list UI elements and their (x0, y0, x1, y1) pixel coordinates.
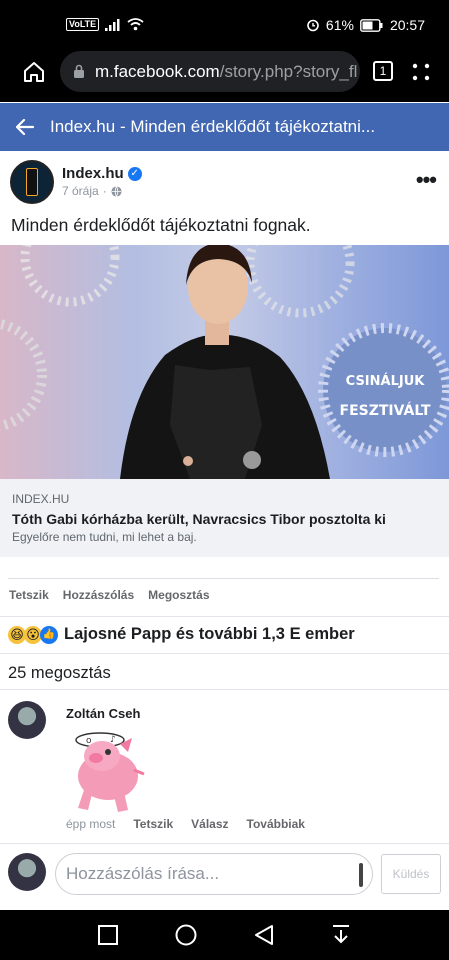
meta-separator: · (102, 184, 107, 198)
facebook-header: Index.hu - Minden érdeklődőt tájékoztatn… (0, 103, 449, 151)
comment-input[interactable]: Hozzászólás írása... (55, 853, 373, 895)
lock-icon (74, 64, 84, 78)
status-right: 61% 20:57 (306, 17, 425, 33)
user-avatar (8, 853, 46, 891)
link-description: Egyelőre nem tudni, mi lehet a baj. (12, 530, 197, 544)
home-icon[interactable] (22, 61, 46, 83)
comment-like-button[interactable]: Tetszik (133, 817, 173, 831)
commenter-avatar[interactable] (8, 701, 46, 739)
clock: 20:57 (389, 17, 425, 33)
post-image[interactable]: CSINÁLJUK FESZTIVÁLT (0, 245, 449, 479)
arrow-left-icon (16, 119, 34, 135)
tab-count: 1 (379, 64, 387, 78)
tab-switcher-button[interactable]: 1 (373, 61, 393, 81)
divider (0, 843, 449, 844)
page-name-row: Index.hu ✓ (62, 165, 142, 182)
back-triangle-icon[interactable] (254, 924, 274, 946)
url-field[interactable]: m.facebook.com/story.php?story_fl (60, 51, 360, 92)
post-meta: 7 órája · (62, 184, 122, 198)
url-path: /story.php?story_fl (219, 61, 358, 81)
like-button[interactable]: Tetszik (9, 588, 49, 602)
menu-dots-icon[interactable] (412, 63, 430, 81)
page-title: Index.hu - Minden érdeklődőt tájékoztatn… (50, 117, 376, 136)
comment-time: épp most (66, 817, 116, 831)
like-reaction-icon: 👍 (40, 625, 58, 644)
battery-icon (360, 18, 383, 32)
verified-badge-icon: ✓ (127, 166, 142, 181)
divider (0, 689, 449, 690)
page-avatar[interactable] (10, 160, 54, 204)
status-bar: VoLTE 61% 20:57 (0, 0, 449, 50)
comment-reply-button[interactable]: Válasz (191, 817, 228, 831)
link-preview[interactable]: INDEX.HU Tóth Gabi kórházba került, Navr… (0, 479, 449, 557)
reactions-summary[interactable]: 😆 😮 👍 Lajosné Papp és további 1,3 E embe… (8, 625, 355, 644)
comment-actions: épp most Tetszik Válasz Továbbiak (66, 817, 305, 831)
reactions-text: Lajosné Papp és további 1,3 E ember (64, 625, 355, 643)
url-domain: m.facebook.com (95, 61, 220, 81)
comment-composer: Hozzászólás írása... Küldés (0, 851, 449, 909)
browser-toolbar: m.facebook.com/story.php?story_fl 1 (0, 50, 449, 102)
recents-icon[interactable] (98, 925, 119, 945)
divider (0, 616, 449, 617)
wifi-icon (127, 18, 144, 31)
post-time[interactable]: 7 órája (62, 184, 99, 198)
status-left: VoLTE (66, 18, 144, 31)
send-button[interactable]: Küldés (381, 854, 441, 894)
divider (0, 653, 449, 654)
svg-text:FESZTIVÁLT: FESZTIVÁLT (340, 402, 431, 419)
alarm-icon (307, 19, 319, 32)
volte-badge: VoLTE (66, 18, 100, 31)
comment-more-button[interactable]: Továbbiak (247, 817, 305, 831)
globe-icon (111, 185, 122, 197)
svg-text:CSINÁLJUK: CSINÁLJUK (346, 373, 426, 389)
index-logo-icon (26, 168, 38, 196)
link-title: Tóth Gabi kórházba került, Navracsics Ti… (12, 511, 386, 527)
comment-button[interactable]: Hozzászólás (63, 588, 134, 602)
post-text: Minden érdeklődőt tájékoztatni fognak. (11, 215, 311, 235)
comment-placeholder: Hozzászólás írása... (66, 864, 220, 883)
page-name-link[interactable]: Index.hu (62, 165, 124, 182)
download-icon[interactable] (331, 924, 351, 946)
post-options-button[interactable]: ••• (416, 167, 437, 193)
home-circle-icon[interactable] (175, 924, 197, 946)
text-cursor (359, 863, 363, 887)
post-actions: Tetszik Hozzászólás Megosztás (9, 588, 210, 602)
android-nav-bar (0, 910, 449, 960)
comment-author[interactable]: Zoltán Cseh (66, 706, 140, 721)
divider (8, 578, 439, 579)
back-button[interactable] (0, 119, 50, 135)
battery-percent: 61% (325, 17, 354, 33)
share-button[interactable]: Megosztás (148, 588, 209, 602)
shares-count[interactable]: 25 megosztás (8, 664, 111, 683)
pig-sticker-icon[interactable]: o ♪ (72, 728, 146, 814)
post-photo: CSINÁLJUK FESZTIVÁLT (0, 245, 449, 479)
link-source: INDEX.HU (12, 492, 70, 506)
signal-icon (105, 18, 120, 31)
